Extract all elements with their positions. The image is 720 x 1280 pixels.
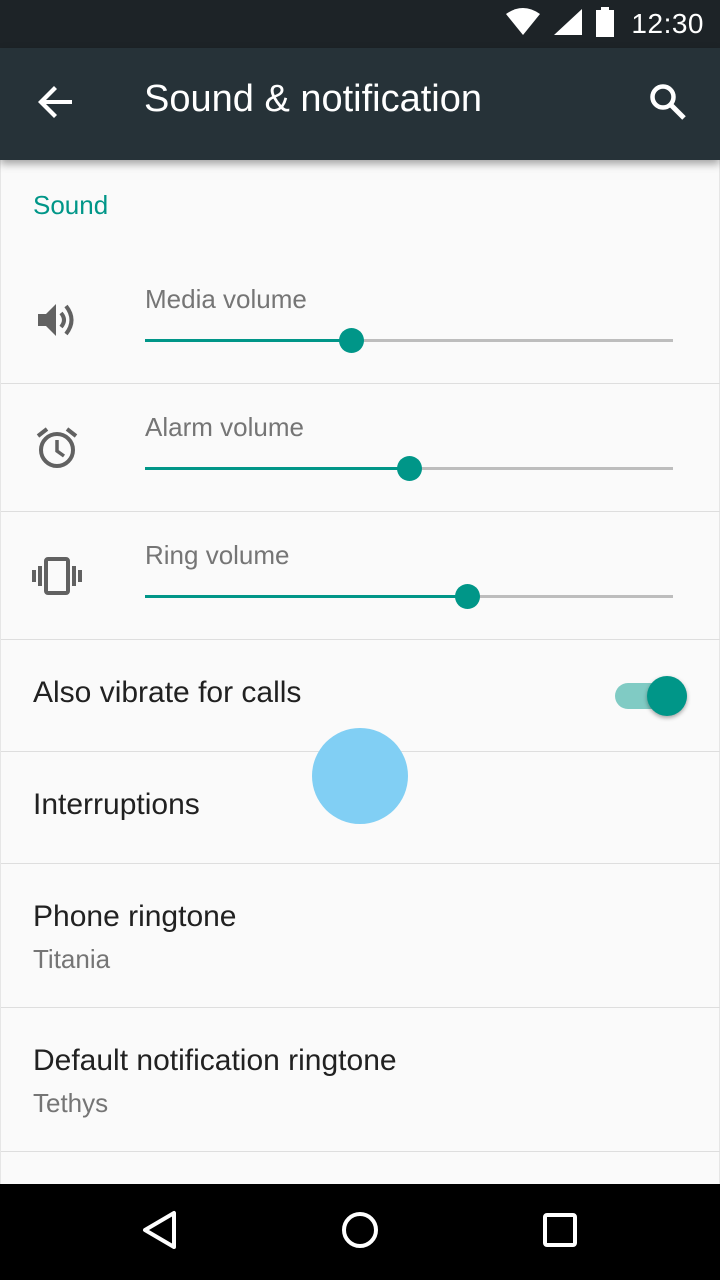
ring-volume-thumb[interactable] [455, 584, 481, 609]
page-title: Sound & notification [144, 78, 483, 120]
cell-signal-icon [553, 8, 583, 41]
nav-home-button[interactable] [324, 1200, 396, 1264]
settings-list: Sound Media volume Alarm volume Ring vol… [0, 160, 720, 1184]
touch-indicator [312, 728, 408, 824]
media-volume-thumb[interactable] [338, 328, 364, 353]
nav-back-button[interactable] [124, 1200, 196, 1264]
app-bar: Sound & notification [0, 48, 720, 160]
vibrate-for-calls-label: Also vibrate for calls [33, 676, 302, 709]
volume-icon [29, 292, 85, 348]
interruptions-label: Interruptions [33, 788, 200, 821]
status-bar: 12:30 [0, 0, 720, 48]
phone-ringtone-label: Phone ringtone [33, 900, 237, 933]
notification-ringtone-label: Default notification ringtone [33, 1044, 397, 1077]
alarm-clock-icon [29, 420, 85, 476]
media-volume-fill [145, 339, 351, 342]
navigation-bar [0, 1184, 720, 1280]
back-button[interactable] [24, 80, 88, 128]
notification-ringtone-row[interactable]: Default notification ringtone Tethys [1, 1008, 720, 1152]
notification-ringtone-value: Tethys [33, 1088, 109, 1118]
wifi-icon [505, 7, 541, 41]
search-icon [649, 83, 687, 126]
back-triangle-icon [140, 1210, 180, 1255]
recents-square-icon [540, 1210, 580, 1255]
toggle-thumb [647, 676, 687, 716]
ring-volume-row: Ring volume [1, 512, 720, 640]
media-volume-row: Media volume [1, 256, 720, 384]
vibrate-icon [29, 548, 85, 604]
alarm-volume-thumb[interactable] [397, 456, 422, 481]
battery-icon [595, 6, 615, 42]
ring-volume-label: Ring volume [145, 540, 290, 570]
arrow-back-icon [38, 84, 74, 125]
alarm-volume-label: Alarm volume [145, 412, 304, 442]
phone-ringtone-row[interactable]: Phone ringtone Titania [1, 864, 720, 1008]
section-header-sound: Sound [33, 190, 109, 220]
status-icons: 12:30 [505, 0, 704, 48]
ring-volume-slider[interactable] [145, 584, 673, 609]
ring-volume-fill [145, 595, 468, 598]
alarm-volume-slider[interactable] [145, 456, 673, 481]
media-volume-label: Media volume [145, 284, 307, 314]
media-volume-slider[interactable] [145, 328, 673, 353]
phone-ringtone-value: Titania [33, 944, 111, 974]
home-circle-icon [340, 1210, 380, 1255]
alarm-volume-fill [145, 467, 409, 470]
nav-recents-button[interactable] [524, 1200, 596, 1264]
alarm-volume-row: Alarm volume [1, 384, 720, 512]
search-button[interactable] [640, 76, 696, 132]
status-time: 12:30 [631, 8, 704, 39]
vibrate-for-calls-toggle[interactable] [613, 676, 689, 716]
